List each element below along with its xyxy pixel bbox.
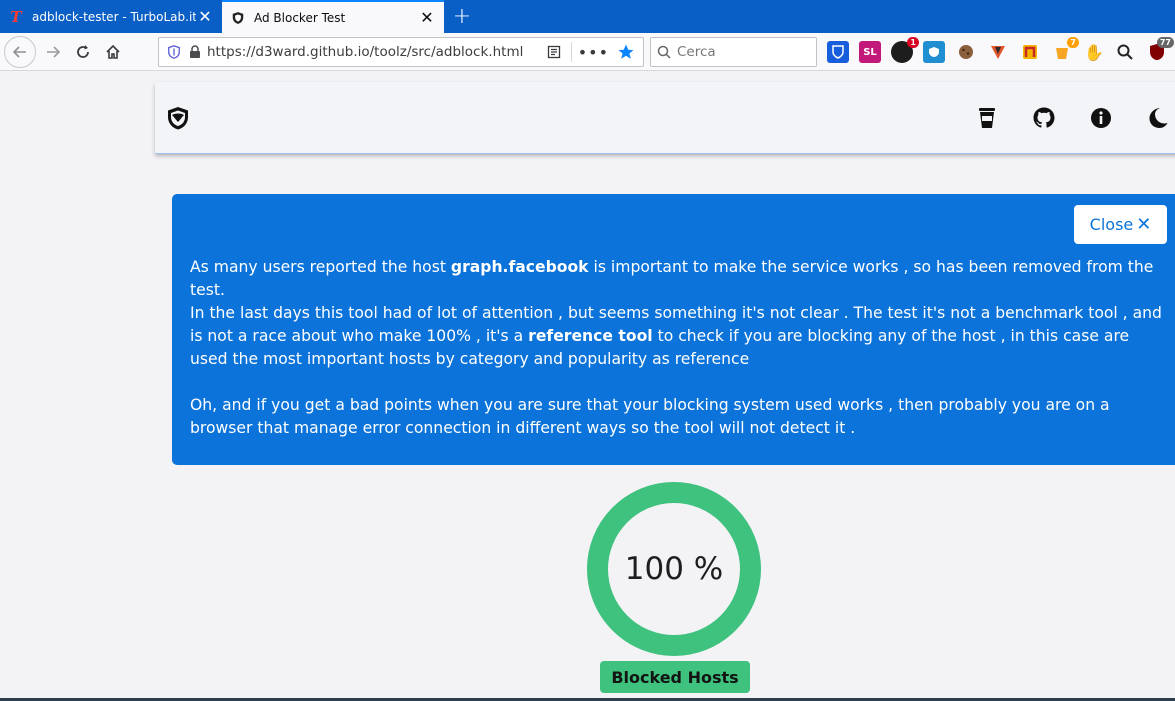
- coffee-cup-icon[interactable]: [975, 106, 999, 130]
- percentage-value: 100 %: [624, 551, 724, 587]
- v-ext-icon[interactable]: [987, 41, 1009, 63]
- notice-paragraph-1: As many users reported the host graph.fa…: [190, 256, 1165, 302]
- tab-title: adblock-tester - TurboLab.it: [32, 9, 196, 24]
- home-button[interactable]: [98, 37, 128, 67]
- tab-ad-blocker-test[interactable]: Ad Blocker Test ✕: [222, 0, 444, 33]
- close-icon: ✕: [1136, 214, 1152, 235]
- tab-strip: T adblock-tester - TurboLab.it ✕ Ad Bloc…: [0, 0, 1175, 33]
- info-notice: Close ✕ As many users reported the host …: [172, 194, 1175, 465]
- shield-ext-icon[interactable]: [923, 41, 945, 63]
- url-divider: [570, 42, 572, 62]
- search-placeholder: Cerca: [677, 44, 716, 60]
- reader-view-icon[interactable]: [547, 45, 561, 59]
- bucket-ext-icon[interactable]: 7: [1051, 37, 1079, 63]
- ext-badge-count: 7: [1067, 37, 1079, 48]
- tab-title: Ad Blocker Test: [254, 10, 346, 25]
- close-button-label: Close: [1089, 215, 1134, 234]
- tab-adblock-tester[interactable]: T adblock-tester - TurboLab.it ✕: [0, 0, 222, 33]
- notice-bold-host: graph.facebook: [450, 258, 589, 276]
- close-tab-icon[interactable]: ✕: [418, 8, 436, 27]
- arrow-right-icon: [47, 45, 61, 58]
- url-text[interactable]: https://d3ward.github.io/toolz/src/adblo…: [207, 44, 547, 60]
- hand-icon[interactable]: ✋: [1083, 41, 1105, 63]
- home-icon: [106, 44, 120, 59]
- n-ext-icon[interactable]: [1019, 41, 1041, 63]
- ext-badge-icon[interactable]: 1: [891, 37, 919, 63]
- dark-mode-moon-icon[interactable]: [1145, 106, 1169, 130]
- github-icon[interactable]: [1032, 106, 1056, 130]
- close-button[interactable]: Close ✕: [1074, 205, 1167, 244]
- notice-text: As many users reported the host: [190, 258, 451, 276]
- nav-bar: https://d3ward.github.io/toolz/src/adblo…: [0, 33, 1175, 71]
- bitwarden-icon[interactable]: [827, 41, 849, 63]
- notice-paragraph-2: In the last days this tool had of lot of…: [190, 302, 1165, 371]
- reload-button[interactable]: [68, 37, 98, 67]
- notice-bold-reference: reference tool: [528, 327, 653, 345]
- search-bar[interactable]: Cerca: [650, 37, 817, 67]
- close-tab-icon[interactable]: ✕: [196, 7, 214, 26]
- new-tab-button[interactable]: +: [444, 0, 480, 33]
- ublock-icon[interactable]: 77: [1146, 37, 1174, 63]
- blocked-hosts-button[interactable]: Blocked Hosts: [600, 661, 750, 693]
- sl-icon[interactable]: SL: [859, 41, 881, 63]
- arrow-left-icon: [12, 45, 26, 58]
- app-header: [155, 82, 1175, 154]
- info-icon[interactable]: [1089, 106, 1113, 130]
- search-icon: [657, 45, 671, 59]
- search-ext-icon[interactable]: [1114, 41, 1136, 63]
- url-bar[interactable]: https://d3ward.github.io/toolz/src/adblo…: [158, 37, 644, 67]
- cookie-icon[interactable]: [955, 41, 977, 63]
- shield-favicon-icon: [230, 10, 246, 26]
- lock-icon[interactable]: [189, 45, 201, 59]
- more-actions-icon[interactable]: •••: [578, 43, 609, 62]
- back-button[interactable]: [4, 35, 36, 68]
- ext-badge-count: 77: [1156, 37, 1174, 48]
- bookmark-star-icon[interactable]: [617, 43, 635, 61]
- forward-button[interactable]: [38, 37, 68, 67]
- shield-logo-icon[interactable]: [165, 105, 191, 131]
- tracking-protection-icon[interactable]: [167, 45, 181, 59]
- notice-paragraph-3: Oh, and if you get a bad points when you…: [190, 396, 1110, 437]
- ext-badge-count: 1: [907, 37, 919, 48]
- turbolab-favicon-icon: T: [10, 7, 22, 26]
- reload-icon: [77, 44, 89, 58]
